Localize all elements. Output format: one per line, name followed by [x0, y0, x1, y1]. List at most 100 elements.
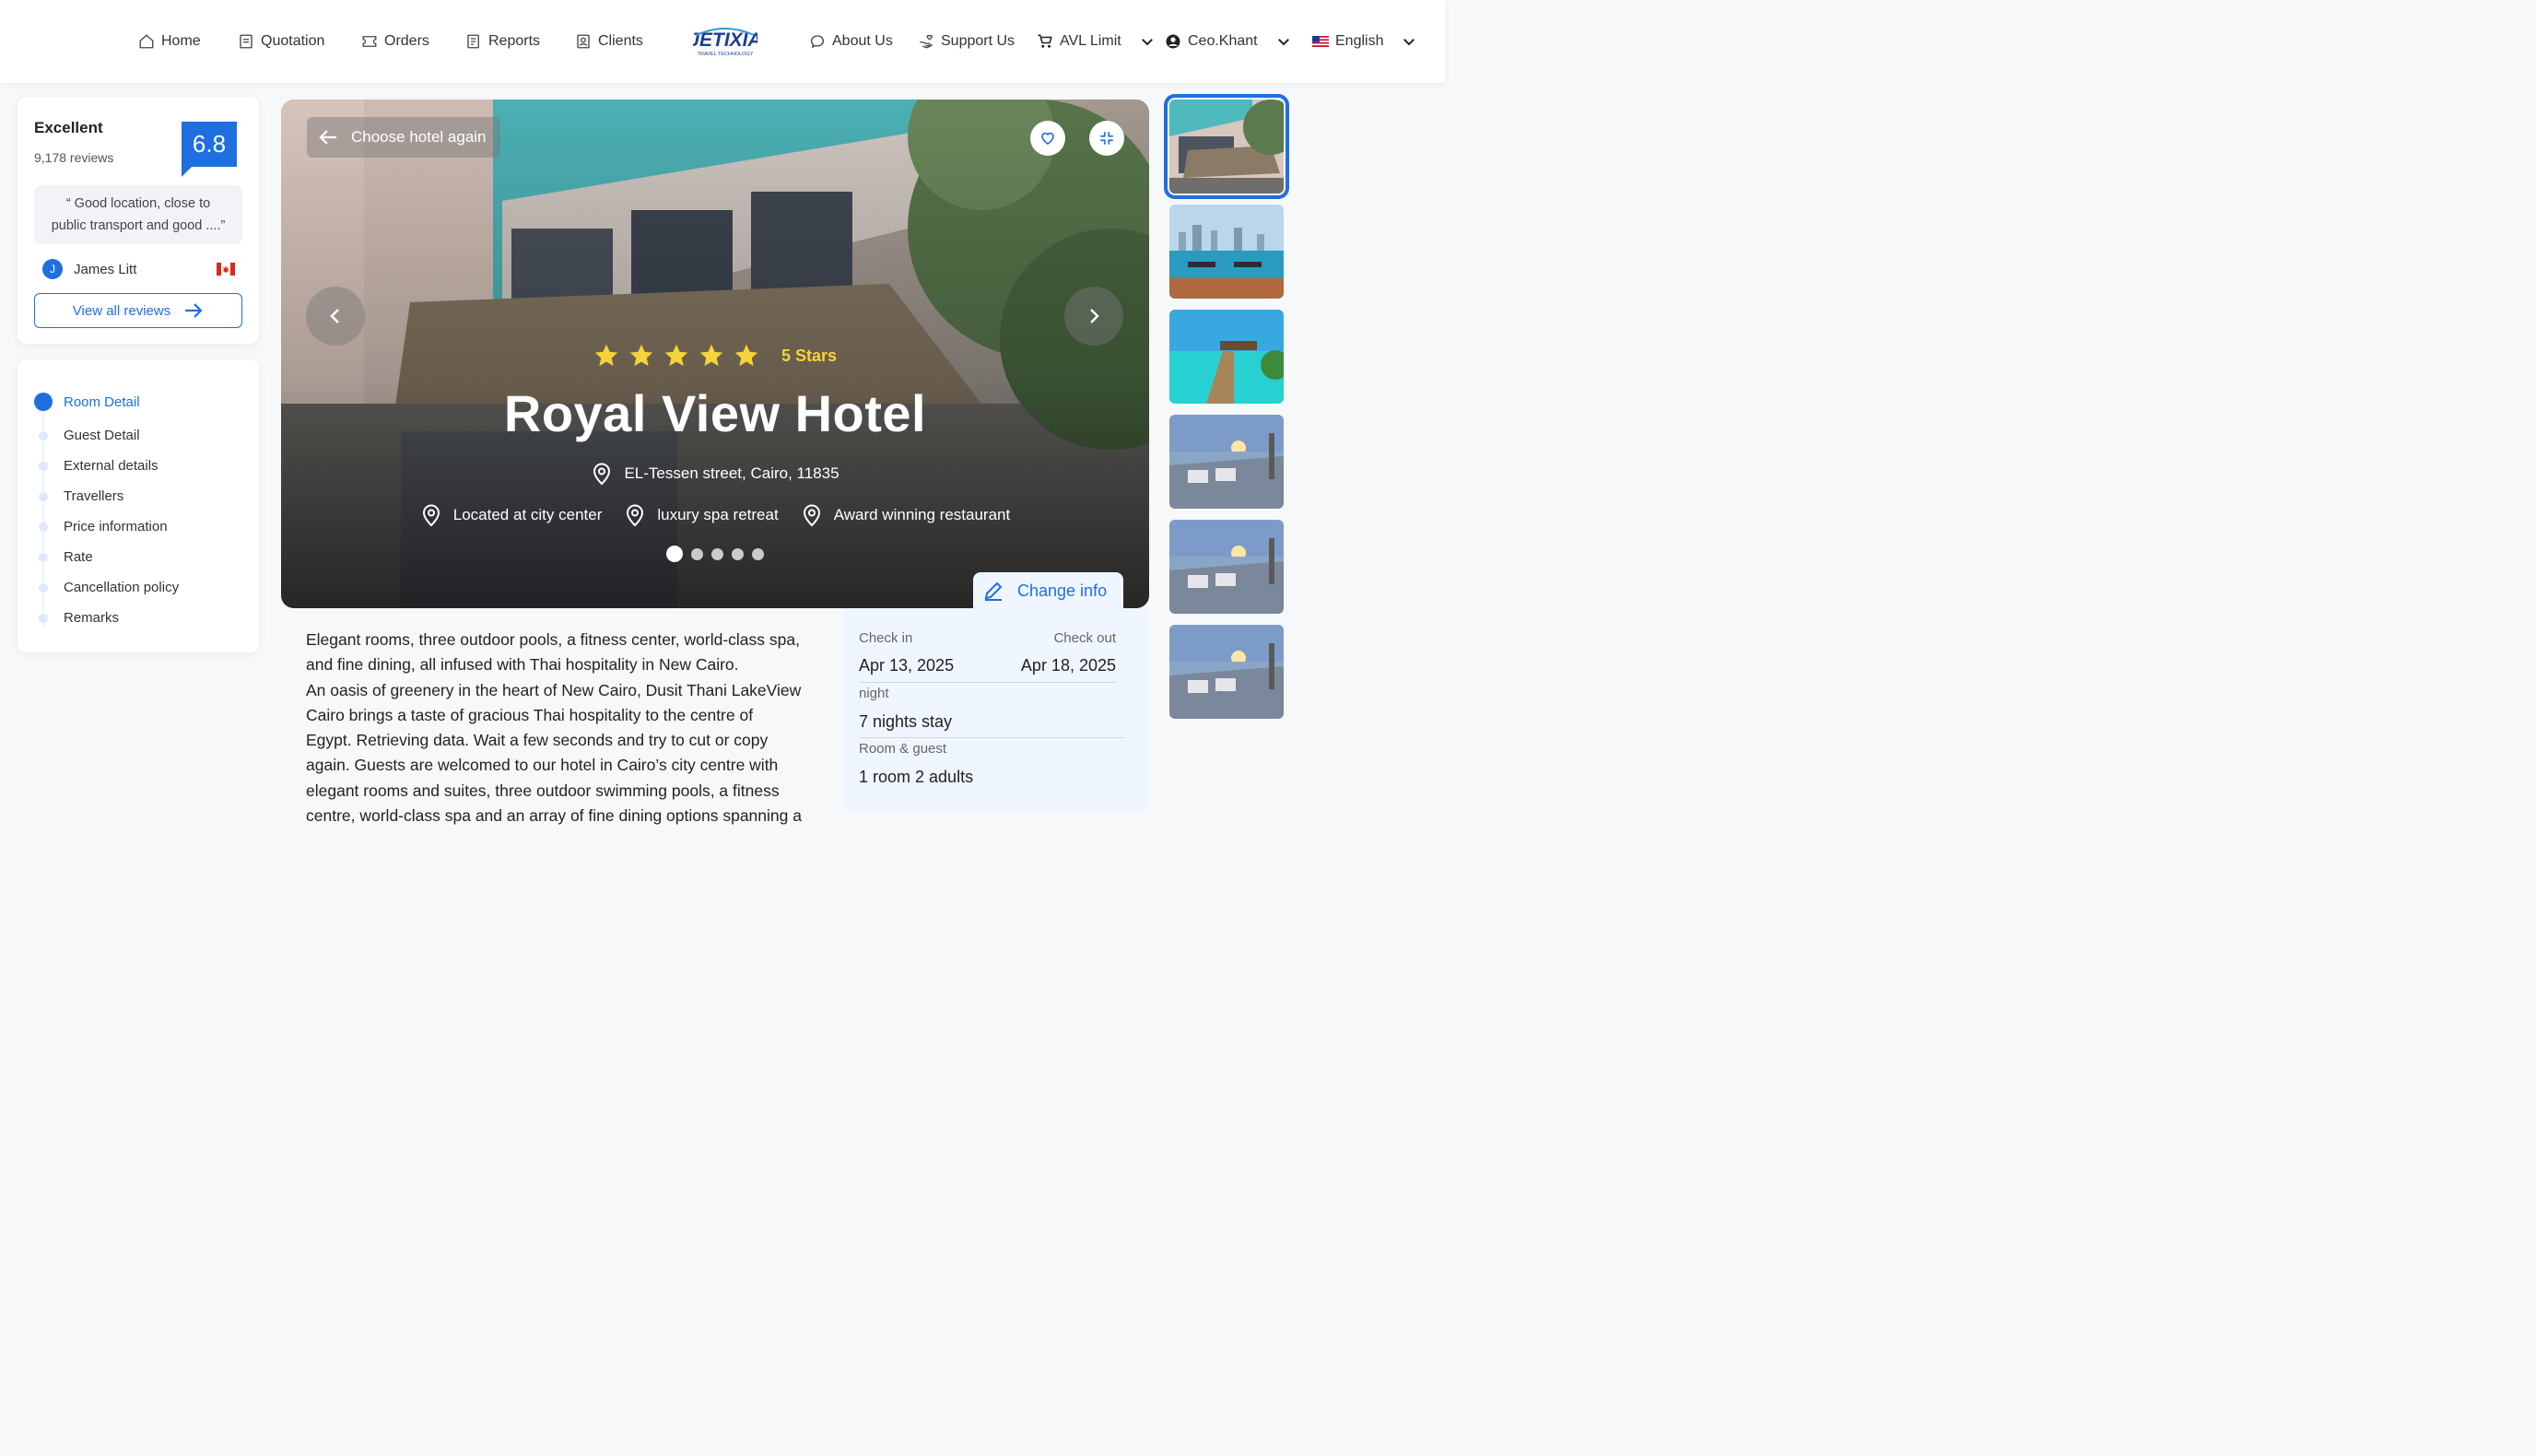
highlight-label: Located at city center	[452, 506, 603, 523]
star-icon	[734, 344, 758, 367]
nav-language-label: English	[1335, 33, 1384, 49]
description-line: centre, world-class spa and an array of …	[306, 806, 802, 826]
ticket-icon	[362, 36, 377, 47]
hotel-description: Elegant rooms, three outdoor pools, a fi…	[306, 628, 822, 828]
step-label: Price information	[64, 519, 168, 534]
thumbnail-hotel-facade[interactable]	[1164, 94, 1289, 199]
svg-text:TRAVEL TECHNOLOGY: TRAVEL TECHNOLOGY	[698, 52, 754, 57]
description-line: Elegant rooms, three outdoor pools, a fi…	[306, 630, 800, 649]
view-all-reviews-button[interactable]: View all reviews	[34, 293, 242, 328]
rating-word: Excellent	[34, 119, 103, 136]
description-line: Egypt. Retrieving data. Wait a few secon…	[306, 731, 769, 750]
carousel-dot-active[interactable]	[666, 546, 683, 562]
jetixia-logo[interactable]: JETIXIA TRAVEL TECHNOLOGY	[688, 24, 762, 59]
highlight-label: Award winning restaurant	[833, 506, 1011, 523]
avatar: J	[42, 259, 63, 279]
review-quote-line2: public transport and good ....”	[51, 218, 226, 233]
arrow-left-icon	[319, 130, 336, 145]
choose-hotel-again-label: Choose hotel again	[351, 128, 487, 146]
home-icon	[139, 34, 154, 49]
description-line: Cairo brings a taste of gracious Thai ho…	[306, 705, 754, 724]
chevron-left-icon	[330, 309, 339, 323]
nav-home-label: Home	[161, 33, 201, 49]
thumbnail-sunset-deck[interactable]	[1169, 520, 1284, 614]
location-pin-icon	[627, 504, 644, 527]
cart-icon	[1038, 34, 1052, 48]
nav-home[interactable]: Home	[138, 30, 201, 53]
nav-quotation[interactable]: Quotation	[238, 30, 324, 53]
checkout-label: Check out	[1053, 630, 1116, 646]
change-info-button[interactable]: Change info	[973, 572, 1123, 609]
step-dot	[39, 553, 48, 562]
step-label: Remarks	[64, 610, 120, 626]
carousel-dot[interactable]	[691, 547, 703, 560]
step-label: Travellers	[64, 488, 124, 504]
nav-about[interactable]: About Us	[809, 30, 893, 53]
highlight-item: luxury spa retreat	[624, 503, 779, 527]
highlight-item: Award winning restaurant	[801, 503, 1011, 527]
star-rating-label: 5 Stars	[781, 346, 838, 365]
step-active-dot	[34, 393, 53, 411]
step-label: Room Detail	[64, 393, 140, 410]
hotel-highlights: Located at city center luxury spa retrea…	[281, 503, 1149, 527]
thumbnail-sunset-deck[interactable]	[1169, 415, 1284, 509]
report-icon	[467, 34, 479, 49]
nav-orders[interactable]: Orders	[361, 30, 429, 53]
chevron-down-icon	[1403, 39, 1415, 46]
nights-value: 7 nights stay	[859, 712, 953, 731]
top-navigation-bar: Home Quotation Orders Reports Clients JE…	[0, 0, 1445, 83]
review-summary-card: Excellent 9,178 reviews 6.8 “ Good locat…	[18, 97, 259, 344]
star-icon	[699, 344, 723, 367]
location-pin-icon	[803, 504, 820, 527]
nav-reports[interactable]: Reports	[465, 30, 540, 53]
view-all-reviews-label: View all reviews	[72, 302, 171, 319]
star-rating: 5 Stars	[281, 343, 1149, 369]
star-icon	[664, 344, 688, 367]
nav-clients[interactable]: Clients	[575, 30, 643, 53]
nav-quotation-label: Quotation	[261, 33, 325, 49]
canada-flag-icon	[217, 263, 235, 276]
thumbnail-city-pool[interactable]	[1169, 205, 1284, 299]
booking-steps-card: Room Detail Guest Detail External detail…	[18, 359, 259, 652]
description-line: and fine dining, all infused with Thai h…	[306, 655, 739, 675]
step-dot	[39, 583, 48, 593]
checkin-date: Apr 13, 2025	[859, 656, 955, 675]
thumbnail-overwater-villas[interactable]	[1169, 310, 1284, 404]
step-label: Guest Detail	[64, 428, 140, 443]
highlight-item: Located at city center	[420, 503, 603, 527]
booking-summary-panel: Check in Check out Apr 13, 2025 Apr 18, …	[842, 608, 1149, 813]
carousel-dot[interactable]	[732, 547, 744, 560]
score-badge: 6.8	[182, 122, 237, 167]
nav-language[interactable]: English	[1312, 30, 1417, 53]
review-count: 9,178 reviews	[34, 150, 114, 165]
next-image-button[interactable]	[1064, 287, 1123, 346]
room-guest-label: Room & guest	[859, 741, 947, 757]
previous-image-button[interactable]	[306, 287, 365, 346]
hand-heart-icon	[920, 34, 933, 49]
nav-avl-limit[interactable]: AVL Limit	[1037, 30, 1156, 53]
collapse-fullscreen-button[interactable]	[1089, 121, 1124, 156]
description-line: An oasis of greenery in the heart of New…	[306, 680, 802, 699]
checkin-label: Check in	[859, 630, 913, 646]
choose-hotel-again-button[interactable]: Choose hotel again	[307, 117, 500, 158]
hotel-name: Royal View Hotel	[503, 384, 927, 442]
hotel-address: EL-Tessen street, Cairo, 11835	[281, 462, 1149, 486]
step-label: External details	[64, 458, 158, 474]
step-dot	[39, 431, 48, 440]
carousel-dot[interactable]	[752, 547, 764, 560]
nav-user-menu[interactable]: Ceo.Khant	[1165, 30, 1292, 53]
highlight-label: luxury spa retreat	[657, 506, 779, 523]
favorite-button[interactable]	[1030, 121, 1065, 156]
document-icon	[240, 34, 252, 49]
nav-orders-label: Orders	[384, 33, 429, 49]
location-pin-icon	[422, 504, 440, 527]
star-icon	[594, 344, 618, 367]
review-quote-line1: “ Good location, close to	[65, 196, 211, 211]
carousel-dot[interactable]	[711, 547, 723, 560]
thumbnail-sunset-deck[interactable]	[1169, 625, 1284, 719]
description-line: again. Guests are welcomed to our hotel …	[306, 756, 779, 775]
room-guest-value: 1 room 2 adults	[859, 768, 974, 786]
location-pin-icon	[593, 463, 611, 486]
nav-support[interactable]: Support Us	[918, 30, 1015, 53]
client-card-icon	[577, 34, 590, 49]
